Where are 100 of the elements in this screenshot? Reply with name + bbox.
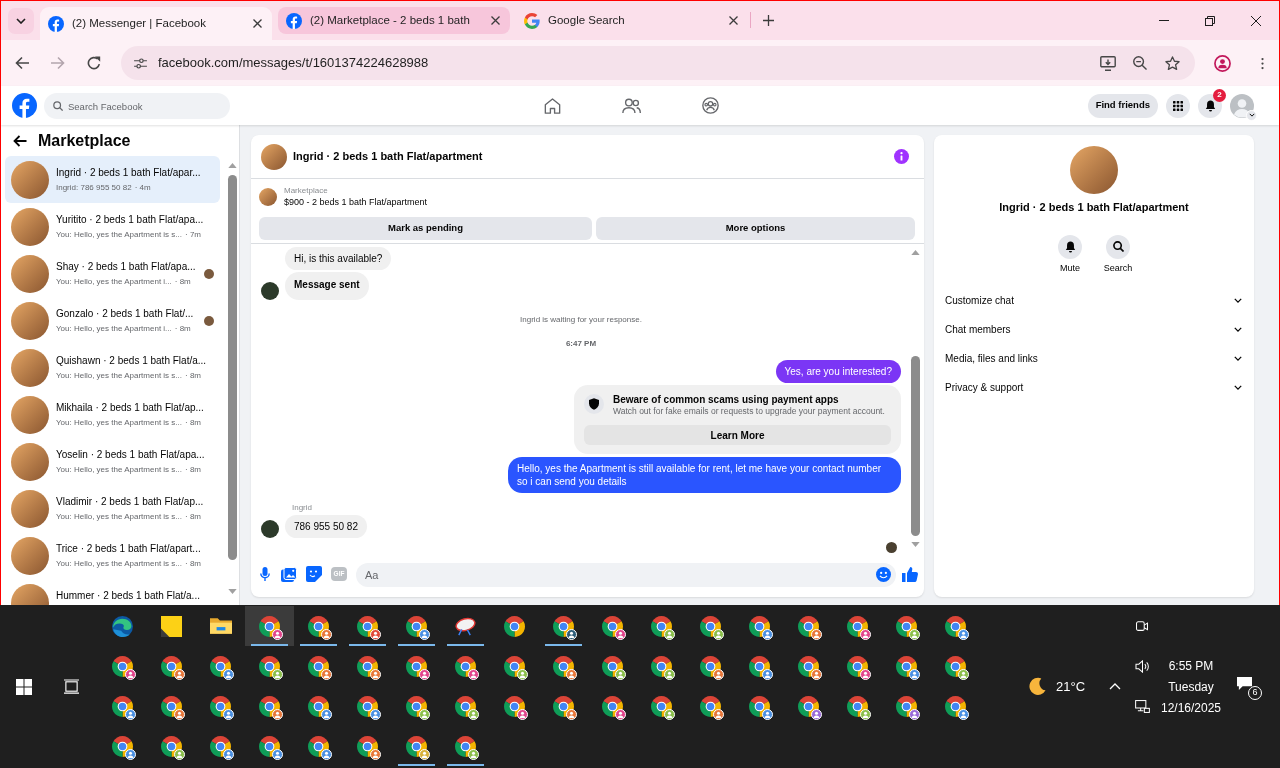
chrome-icon [406, 735, 427, 757]
conversation-title: Yuritito · 2 beds 1 bath Flat/apa... [56, 213, 205, 226]
scroll-down-icon[interactable] [910, 542, 920, 547]
chrome-icon [161, 735, 182, 757]
section-toggle[interactable]: Media, files and links [945, 343, 1243, 373]
button-label: Search [1103, 262, 1133, 274]
listing-title: $900 - 2 beds 1 bath Flat/apartment [284, 196, 428, 208]
browser-tab[interactable]: Google Search [516, 7, 748, 34]
tab-search-button[interactable] [7, 7, 34, 34]
listing-photo [11, 160, 49, 199]
menu-button[interactable] [1166, 93, 1190, 118]
mute-button[interactable] [1058, 234, 1082, 259]
message-timestamp: 6:47 PM [565, 339, 597, 349]
browser-tab[interactable]: (2) Messenger | Facebook [40, 7, 272, 40]
message-preview: You: Hello, yes the Apartment is s... [56, 511, 182, 522]
close-icon[interactable] [1251, 15, 1261, 26]
profile-icon[interactable] [1213, 54, 1231, 72]
conversation-item[interactable]: Gonzalo · 2 beds 1 bath Flat/... You: Hello, yes the Apartment i... · 8m [5, 297, 220, 344]
listing-action-button[interactable]: Mark as pending [259, 217, 592, 240]
message-time: · 7m [185, 229, 201, 240]
listing-label: Marketplace [284, 185, 329, 196]
message-bubble: Hello, yes the Apartment is still available for rent, let me have your contact number so i can send you details [508, 457, 901, 493]
zoom-out-icon[interactable] [1133, 56, 1147, 70]
section-toggle[interactable]: Privacy & support [945, 372, 1243, 402]
friends-icon[interactable] [622, 97, 641, 114]
section-toggle[interactable]: Chat members [945, 314, 1243, 344]
folder-icon [209, 618, 232, 634]
status-notice: Ingrid is waiting for your response. [520, 315, 642, 325]
notifications-button[interactable]: 6 [1232, 673, 1262, 700]
message-field[interactable]: Aa [356, 563, 896, 587]
photo-icon[interactable] [281, 566, 297, 582]
learn-more-button[interactable]: Learn More [584, 425, 891, 445]
chrome-icon [553, 655, 574, 677]
chrome-icon [357, 655, 378, 677]
conversation-item[interactable]: Yoselin · 2 beds 1 bath Flat/apa... You: Hello, yes the Apartment is s... · 8m [5, 438, 220, 485]
conversation-item[interactable]: Vladimir · 2 beds 1 bath Flat/ap... You: Hello, yes the Apartment is s... · 8m [5, 485, 220, 532]
back-icon[interactable] [15, 56, 29, 70]
scroll-down-icon[interactable] [228, 589, 237, 594]
search-field[interactable]: Search Facebook [44, 93, 230, 119]
facebook-logo[interactable] [12, 93, 37, 118]
restore-icon[interactable] [1205, 15, 1215, 26]
account-menu-icon[interactable] [1246, 109, 1257, 121]
facebook-icon [286, 12, 302, 29]
volume-icon[interactable] [1134, 659, 1150, 673]
close-icon[interactable] [729, 16, 738, 25]
camera-icon[interactable] [1136, 619, 1148, 633]
info-icon[interactable] [894, 149, 909, 164]
conversation-item[interactable]: Quishawn · 2 beds 1 bath Flat/a... You: Hello, yes the Apartment is s... · 8m [5, 344, 220, 391]
listing-action-button[interactable]: More options [596, 217, 915, 240]
thumbs-up-icon[interactable] [902, 566, 918, 582]
close-icon[interactable] [491, 16, 500, 25]
microphone-icon[interactable] [260, 567, 270, 581]
find-friends-button[interactable]: Find friends [1087, 93, 1158, 118]
address-bar[interactable]: facebook.com/messages/t/1601374224628988 [121, 46, 1195, 80]
conversation-item[interactable]: Mikhaila · 2 beds 1 bath Flat/ap... You: Hello, yes the Apartment is s... · 8m [5, 391, 220, 438]
emoji-icon[interactable] [876, 566, 891, 582]
plus-icon[interactable] [762, 15, 774, 26]
site-settings-icon[interactable] [133, 57, 147, 69]
chrome-icon [259, 735, 280, 757]
install-icon[interactable] [1100, 55, 1116, 71]
sticker-icon[interactable] [306, 566, 322, 582]
conversation-item[interactable]: Yuritito · 2 beds 1 bath Flat/apa... You: Hello, yes the Apartment is s... · 7m [5, 203, 220, 250]
conversation-item[interactable]: Ingrid · 2 beds 1 bath Flat/apar... Ingrid: 786 955 50 82 · 4m [5, 156, 220, 203]
weather-button[interactable]: 21°C [1020, 666, 1100, 707]
browser-tab[interactable]: (2) Marketplace - 2 beds 1 bath [278, 7, 510, 34]
chevron-up-icon[interactable] [1109, 683, 1121, 690]
home-icon[interactable] [544, 97, 561, 114]
chrome-icon [602, 695, 623, 717]
close-icon[interactable] [253, 19, 262, 28]
star-icon[interactable] [1164, 55, 1180, 71]
search-icon [53, 100, 63, 111]
chrome-icon [259, 695, 280, 717]
chrome-icon [455, 695, 476, 717]
scrollbar-thumb[interactable] [228, 175, 237, 560]
scroll-up-icon[interactable] [910, 250, 920, 255]
sidebar-title: Marketplace [38, 130, 131, 151]
menu-icon[interactable] [1260, 56, 1264, 70]
chrome-icon [308, 655, 329, 677]
conversation-item[interactable]: Trice · 2 beds 1 bath Flat/apart... You: Hello, yes the Apartment is s... · 8m [5, 532, 220, 579]
section-toggle[interactable]: Customize chat [945, 285, 1243, 315]
conversation-title: Gonzalo · 2 beds 1 bath Flat/... [56, 307, 195, 320]
scrollbar-thumb[interactable] [910, 356, 920, 536]
scroll-up-icon[interactable] [228, 163, 237, 168]
bell-icon [1204, 99, 1216, 112]
message-preview: You: Hello, yes the Apartment is s... [56, 464, 182, 475]
chrome-icon [357, 615, 378, 637]
conversation-item[interactable]: Shay · 2 beds 1 bath Flat/apa... You: Hello, yes the Apartment i... · 8m [5, 250, 220, 297]
network-icon[interactable] [1134, 699, 1150, 713]
chrome-icon [798, 655, 819, 677]
conversation-title: Trice · 2 beds 1 bath Flat/apart... [56, 542, 202, 555]
groups-icon[interactable] [702, 97, 719, 114]
chrome-icon [602, 655, 623, 677]
back-arrow-icon[interactable] [13, 134, 27, 147]
search-button[interactable] [1106, 234, 1130, 259]
task-view-icon[interactable] [63, 679, 80, 694]
chrome-icon [308, 735, 329, 757]
reload-icon[interactable] [87, 56, 101, 70]
taskbar-button[interactable] [245, 606, 294, 646]
notifications-button[interactable] [1198, 93, 1222, 118]
start-icon[interactable] [15, 678, 32, 695]
